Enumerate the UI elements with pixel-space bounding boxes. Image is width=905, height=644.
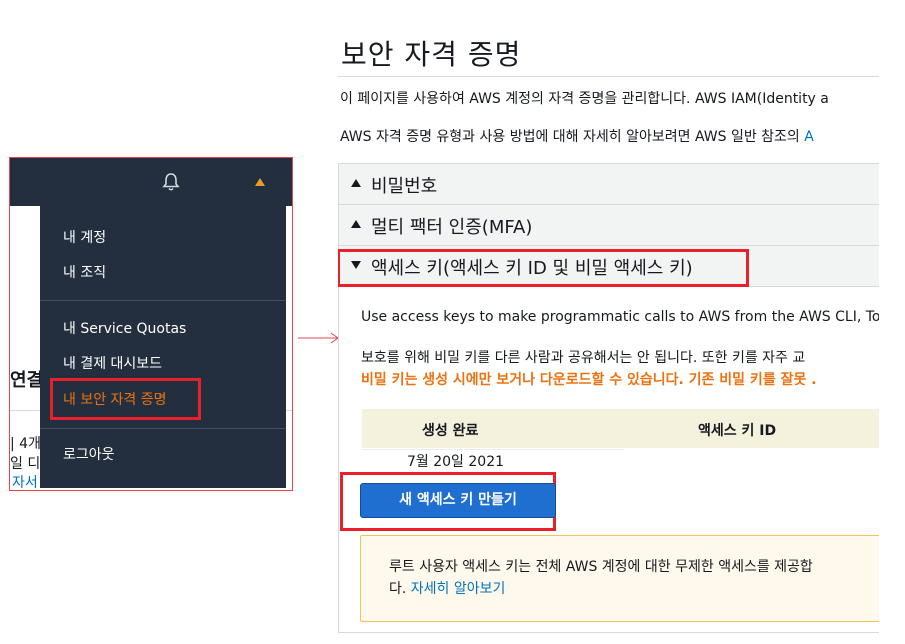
security-credentials-page: 보안 자격 증명 이 페이지를 사용하여 AWS 계정의 자격 증명을 관리합니… [338, 0, 879, 644]
access-keys-warning: 보호를 위해 비밀 키를 다른 사람과 공유해서는 안 됩니다. 또한 키를 자… [361, 350, 806, 366]
menu-divider [40, 428, 286, 429]
section-password[interactable]: 비밀번호 [339, 164, 879, 205]
access-keys-table-header: 생성 완료 액세스 키 ID [362, 409, 879, 448]
intro-text: 이 페이지를 사용하여 AWS 계정의 자격 증명을 관리합니다. AWS IA… [340, 91, 829, 107]
menu-item-service-quotas[interactable]: 내 Service Quotas [63, 318, 186, 338]
menu-item-sign-out[interactable]: 로그아웃 [63, 444, 115, 464]
root-access-key-notice: 루트 사용자 액세스 키는 전체 AWS 계정에 대한 무제한 액세스를 제공합… [360, 535, 879, 622]
arrow-right-icon [298, 332, 339, 344]
section-label: 비밀번호 [371, 176, 438, 197]
background-text: | 4개 [10, 436, 41, 452]
collapsed-triangle-icon [351, 179, 361, 187]
create-access-key-button[interactable]: 새 액세스 키 만들기 [360, 483, 556, 518]
row-divider [362, 449, 624, 450]
background-link[interactable]: 자서 [12, 472, 38, 490]
highlight-box [338, 249, 749, 287]
section-label: 멀티 팩터 인증(MFA) [371, 217, 533, 238]
access-keys-warning-bold: 비밀 키는 생성 시에만 보거나 다운로드할 수 있습니다. 기존 비밀 키를 … [361, 372, 817, 388]
top-nav-bar [10, 158, 292, 206]
menu-item-my-organization[interactable]: 내 조직 [63, 262, 106, 282]
access-keys-description: Use access keys to make programmatic cal… [361, 309, 879, 325]
menu-item-my-account[interactable]: 내 계정 [63, 227, 106, 247]
account-dropdown-menu: 내 계정 내 조직 내 Service Quotas 내 결제 대시보드 내 보… [40, 206, 286, 488]
notice-text-prefix: 다. [389, 581, 411, 597]
menu-divider [40, 300, 286, 301]
column-header-created[interactable]: 생성 완료 [422, 420, 478, 440]
column-header-access-key-id[interactable]: 액세스 키 ID [698, 420, 776, 440]
bell-icon[interactable] [161, 172, 181, 192]
menu-item-billing-dashboard[interactable]: 내 결제 대시보드 [63, 353, 162, 373]
page-title: 보안 자격 증명 [341, 38, 522, 71]
title-divider [338, 76, 879, 77]
intro-text-body: AWS 자격 증명 유형과 사용 방법에 대해 자세히 알아보려면 AWS 일반… [340, 129, 805, 145]
highlight-box [50, 378, 201, 420]
notice-text: 다. 자세히 알아보기 [389, 578, 505, 598]
notice-text: 루트 사용자 액세스 키는 전체 AWS 계정에 대한 무제한 액세스를 제공합 [389, 559, 813, 575]
learn-more-link[interactable]: 자세히 알아보기 [411, 581, 506, 597]
aws-reference-link[interactable]: A [804, 129, 814, 145]
collapsed-triangle-icon [351, 220, 361, 228]
caret-up-icon[interactable] [254, 177, 266, 187]
background-text: 일 디 [10, 456, 41, 472]
account-menu-crop: 연결 | 4개 일 디 자서 내 계정 내 조직 내 Service Quota… [9, 157, 293, 491]
intro-text: AWS 자격 증명 유형과 사용 방법에 대해 자세히 알아보려면 AWS 일반… [340, 126, 814, 146]
background-heading: 연결 [10, 370, 44, 391]
section-mfa[interactable]: 멀티 팩터 인증(MFA) [339, 205, 879, 246]
table-cell-created: 7월 20일 2021 [407, 454, 505, 470]
